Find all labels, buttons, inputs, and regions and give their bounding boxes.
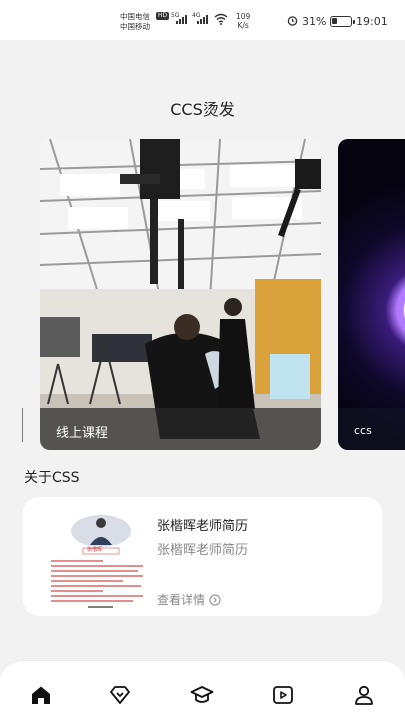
home-icon xyxy=(32,686,50,704)
banner-slide-ccs[interactable]: ccs xyxy=(338,139,405,450)
chevron-right-circle-icon xyxy=(209,594,221,605)
nav-home[interactable] xyxy=(27,681,55,709)
salon-studio-photo xyxy=(40,139,321,450)
resume-subtitle: 张楷晖老师简历 xyxy=(157,543,249,558)
speed-unit: K/s xyxy=(237,21,249,30)
carousel-indicator xyxy=(22,408,23,442)
alarm-clock-icon xyxy=(287,16,298,26)
section-title-about: 关于CSS xyxy=(24,470,80,486)
video-play-icon xyxy=(273,686,293,704)
diamond-icon xyxy=(110,686,130,704)
status-bar: 中国电信 中国移动 HD 5G 4G 109 K/s 31% 19:01 xyxy=(0,0,405,40)
view-details-link[interactable]: 查看详情 xyxy=(157,591,221,608)
slide-caption: 线上课程 xyxy=(40,408,321,450)
carrier-labels: 中国电信 中国移动 xyxy=(120,12,150,32)
carrier-2: 中国移动 xyxy=(120,22,150,31)
nav-profile[interactable] xyxy=(350,681,378,709)
hd-badge: HD xyxy=(156,12,170,20)
network-speed: 109 K/s xyxy=(236,12,250,30)
wifi-icon xyxy=(214,13,228,25)
banner-carousel[interactable]: 线上课程 ccs xyxy=(0,139,405,450)
carrier-1: 中国电信 xyxy=(120,12,150,21)
clock-time: 19:01 xyxy=(356,15,388,28)
speed-value: 109 xyxy=(236,12,251,21)
battery-percent: 31% xyxy=(302,15,327,28)
teacher-resume-card[interactable]: 张楷晖 张楷晖老师简历 张楷晖老师简历 查看详情 xyxy=(23,497,382,616)
user-icon xyxy=(355,685,373,705)
bottom-nav-bar xyxy=(0,660,405,720)
resume-document-image xyxy=(51,515,143,608)
banner-slide-online-course[interactable]: 线上课程 xyxy=(40,139,321,450)
resume-thumbnail: 张楷晖 xyxy=(43,509,151,609)
nav-courses[interactable] xyxy=(188,681,216,709)
slide-caption: ccs xyxy=(338,408,405,450)
battery-icon xyxy=(330,16,355,27)
signal-2-icon xyxy=(197,14,208,24)
page-title: CCS烫发 xyxy=(170,100,235,119)
resume-title: 张楷晖老师简历 xyxy=(157,519,249,534)
signal-1-icon xyxy=(176,14,187,24)
resume-thumb-name: 张楷晖 xyxy=(87,547,103,553)
nav-videos[interactable] xyxy=(269,681,297,709)
nav-diamond[interactable] xyxy=(106,681,134,709)
graduation-cap-icon xyxy=(190,686,214,703)
view-details-label: 查看详情 xyxy=(157,593,206,607)
